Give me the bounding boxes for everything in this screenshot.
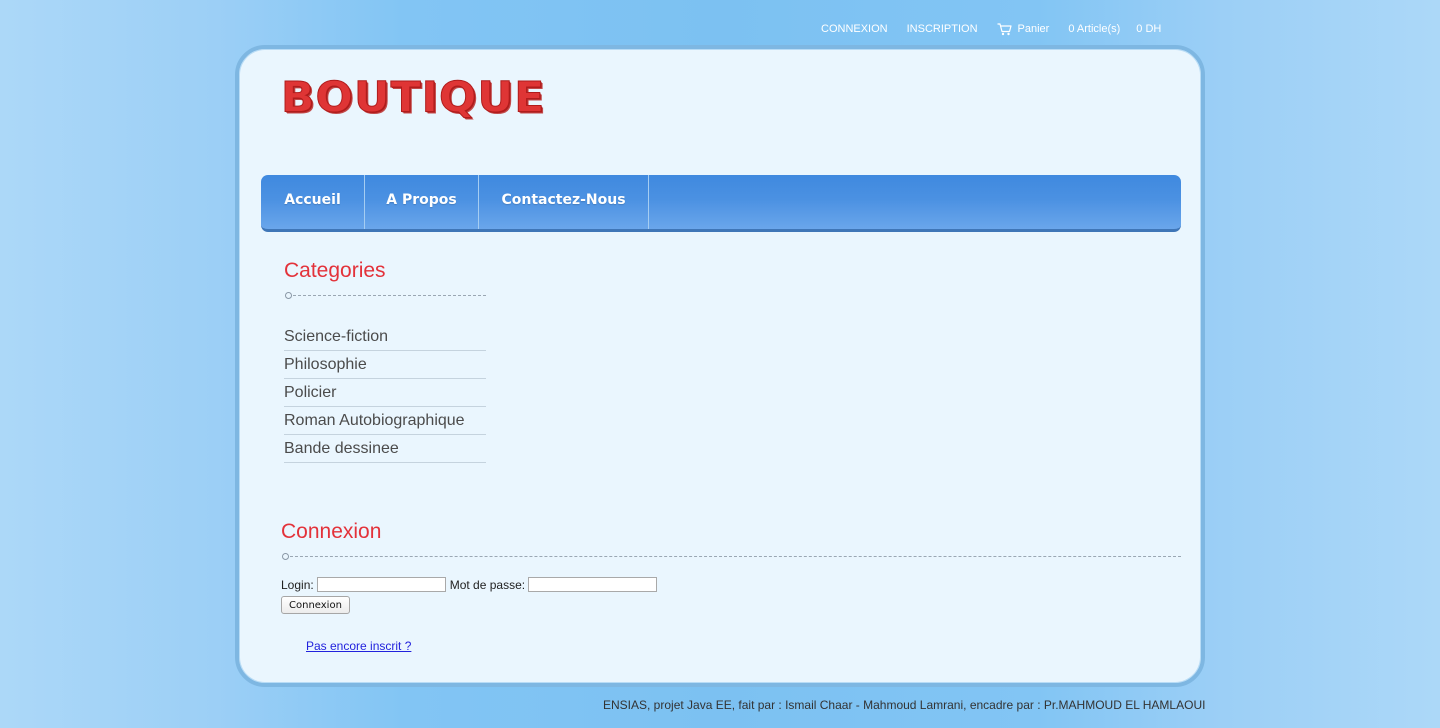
main-navigation: Accueil A Propos Contactez-Nous [261,175,1181,232]
category-item-science-fiction[interactable]: Science-fiction [284,323,486,351]
category-item-roman-autobiographique[interactable]: Roman Autobiographique [284,407,486,435]
password-input[interactable] [528,577,658,592]
connexion-divider [282,553,1181,560]
connexion-title: Connexion [281,520,382,543]
cart-article-count: 0 Article(s) [1068,23,1121,35]
categories-divider [285,292,486,299]
login-input[interactable] [316,577,446,592]
nav-item-contactez-nous[interactable]: Contactez-Nous [479,175,649,229]
login-form: Login: Mot de passe: Connexion [281,575,661,614]
nav-item-accueil[interactable]: Accueil [261,175,365,229]
footer-credits: ENSIAS, projet Java EE, fait par : Ismai… [603,698,1206,712]
login-label: Login: [281,577,314,592]
cart-total: 0 DH [1136,23,1162,35]
divider-dot-icon [285,292,292,299]
category-list: Science-fiction Philosophie Policier Rom… [284,323,486,463]
password-label: Mot de passe: [449,577,526,592]
inscription-link[interactable]: INSCRIPTION [907,23,978,35]
category-item-policier[interactable]: Policier [284,379,486,407]
divider-dot-icon [282,553,289,560]
main-container: BOUTIQUE Accueil A Propos Contactez-Nous… [235,45,1205,687]
register-link[interactable]: Pas encore inscrit ? [306,639,411,653]
connexion-link[interactable]: CONNEXION [821,23,888,35]
nav-item-a-propos[interactable]: A Propos [365,175,479,229]
connexion-submit-button[interactable]: Connexion [281,596,350,614]
top-bar: CONNEXION INSCRIPTION Panier 0 Article(s… [821,21,1161,37]
panier-link[interactable]: Panier [1018,23,1050,35]
category-item-bande-dessinee[interactable]: Bande dessinee [284,435,486,463]
cart-icon[interactable] [997,22,1012,36]
categories-title: Categories [284,259,386,282]
category-item-philosophie[interactable]: Philosophie [284,351,486,379]
site-logo[interactable]: BOUTIQUE [280,76,545,119]
